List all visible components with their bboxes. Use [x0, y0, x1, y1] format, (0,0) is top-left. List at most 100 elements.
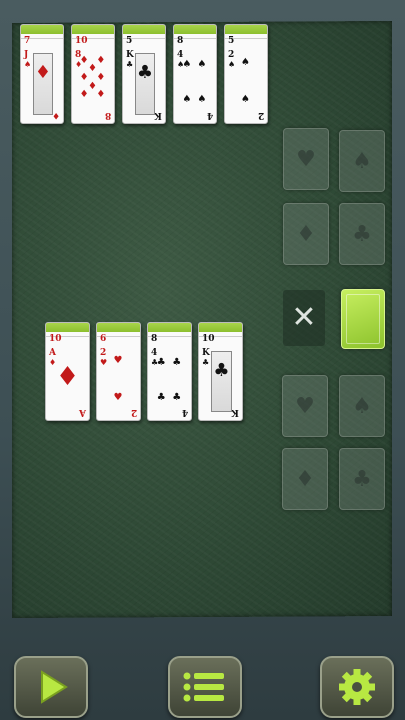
suit-icon: ♣ [156, 356, 166, 368]
foundation-slot[interactable]: ♠ [339, 375, 385, 437]
top_tableau-card[interactable]: 5 2 ♠ 2 ♠ ♠ [224, 24, 268, 124]
top_tableau-card[interactable]: 5 K ♣ K ♣ [122, 24, 166, 124]
card-rank-top: 10 [49, 334, 62, 344]
close-icon: ✕ [291, 300, 317, 335]
card-rank-top: 5 [228, 36, 235, 46]
card-stack-stripe [72, 25, 114, 34]
card-stack-stripe [148, 323, 191, 332]
card-rank-bottom: 4 [181, 407, 188, 417]
gear-tooth [353, 697, 361, 705]
card-rank: K [202, 348, 210, 358]
suit-icon: ♣ [352, 467, 372, 492]
suit-icon: ♣ [213, 360, 230, 381]
suit-icon: ♥ [113, 354, 123, 366]
suit-icon: ♠ [352, 149, 372, 174]
card-rank-top: 6 [100, 334, 107, 344]
suit-icon: ♠ [228, 60, 236, 69]
suit-icon: ♣ [172, 391, 182, 403]
card-rank-bottom: ♦ [51, 110, 60, 120]
card-rank-bottom: A [79, 407, 86, 417]
menu-button[interactable] [168, 656, 242, 718]
play-icon [41, 670, 68, 704]
suit-icon: ♦ [88, 63, 97, 75]
card-rank-bottom: 4 [206, 110, 213, 120]
bottom_tableau-card[interactable]: 6 2 ♥ 2 ♥ ♥ [96, 322, 141, 421]
suit-icon: ♦ [88, 80, 97, 92]
bottom_tableau-card[interactable]: 10 K ♣ K ♣ [198, 322, 243, 421]
discard-slot[interactable]: ✕ [283, 290, 325, 346]
suit-icon: ♠ [182, 59, 192, 71]
foundation-slot[interactable]: ♠ [339, 130, 385, 192]
suit-icon: ♣ [126, 60, 134, 69]
card-rank-bottom: 2 [257, 110, 264, 120]
suit-icon: ♠ [182, 94, 192, 106]
gear-tooth [353, 669, 361, 677]
suit-icon: ♦ [96, 55, 106, 67]
gear-tooth [339, 683, 347, 691]
foundation-slot[interactable]: ♦ [282, 448, 328, 510]
face-art: ♣ [135, 53, 155, 115]
foundation-slot[interactable]: ♣ [339, 203, 385, 265]
card-stack-stripe [46, 323, 89, 332]
card-rank: 2 [228, 50, 235, 60]
bottom_tableau-card[interactable]: 8 4 ♣ 4 ♣ ♣ ♣ ♣ [147, 322, 192, 421]
gear-icon [339, 669, 375, 705]
suit-icon: ♠ [197, 59, 207, 71]
card-rank-bottom: K [231, 407, 239, 417]
card-stack-stripe [174, 25, 216, 34]
suit-icon: ♥ [295, 394, 315, 419]
stock-deck[interactable] [341, 289, 385, 349]
card-rank: 2 [100, 348, 107, 358]
suit-icon: ♦ [96, 88, 106, 100]
top_tableau-card[interactable]: 8 4 ♠ 4 ♠ ♠ ♠ ♠ [173, 24, 217, 124]
suit-icon: ♣ [156, 391, 166, 403]
suit-icon: ♣ [136, 62, 154, 83]
suit-icon: ♦ [96, 71, 106, 83]
face-art: ♣ [211, 351, 232, 412]
bottom_tableau-card[interactable]: 10 A ♦ A ♦ [45, 322, 90, 421]
suit-icon: ♣ [352, 222, 372, 247]
card-rank-bottom: 2 [130, 407, 137, 417]
card-stack-stripe [97, 323, 140, 332]
card-rank-top: 8 [177, 36, 184, 46]
play-button[interactable] [14, 656, 88, 718]
suit-icon: ♠ [352, 394, 372, 419]
suit-icon: ♦ [295, 467, 315, 492]
suit-icon: ♠ [197, 94, 207, 106]
card-stack-stripe [21, 25, 63, 34]
foundation-slot[interactable]: ♥ [282, 375, 328, 437]
foundation-slot[interactable]: ♥ [283, 128, 329, 190]
suit-icon: ♦ [296, 222, 316, 247]
suit-icon: ♥ [296, 147, 316, 172]
suit-icon: ♥ [113, 391, 123, 403]
top_tableau-card[interactable]: 10 8 ♦ 8 ♦ ♦ ♦ ♦ ♦ ♦ ♦ ♦ [71, 24, 115, 124]
suit-icon: ♥ [100, 358, 108, 367]
suit-icon: ♠ [241, 57, 250, 69]
top_tableau-card[interactable]: 7 J ♠ ♦ ♦ [20, 24, 64, 124]
suit-icon: ♦ [55, 361, 80, 392]
card-stack-stripe [123, 25, 165, 34]
card-rank-bottom: 8 [104, 110, 111, 120]
suit-icon: ♠ [24, 60, 32, 69]
card-stack-stripe [225, 25, 267, 34]
menu-icon [183, 672, 224, 702]
foundation-slot[interactable]: ♣ [339, 448, 385, 510]
card-rank-bottom: K [154, 110, 162, 120]
foundation-slot[interactable]: ♦ [283, 203, 329, 265]
settings-button[interactable] [320, 656, 394, 718]
suit-icon: ♣ [202, 358, 210, 367]
card-rank-top: 10 [202, 334, 215, 344]
suit-icon: ♦ [34, 62, 52, 83]
card-rank: A [49, 348, 56, 358]
card-rank-top: 8 [151, 334, 158, 344]
card-rank-top: 10 [75, 36, 88, 46]
card-rank-top: 7 [24, 36, 31, 46]
gear-tooth [367, 683, 375, 691]
suit-icon: ♣ [172, 356, 182, 368]
face-art: ♦ [33, 53, 53, 115]
card-rank: K [126, 50, 134, 60]
suit-icon: ♠ [241, 94, 250, 106]
card-rank: J [24, 50, 29, 60]
card-stack-stripe [199, 323, 242, 332]
card-rank-top: 5 [126, 36, 133, 46]
